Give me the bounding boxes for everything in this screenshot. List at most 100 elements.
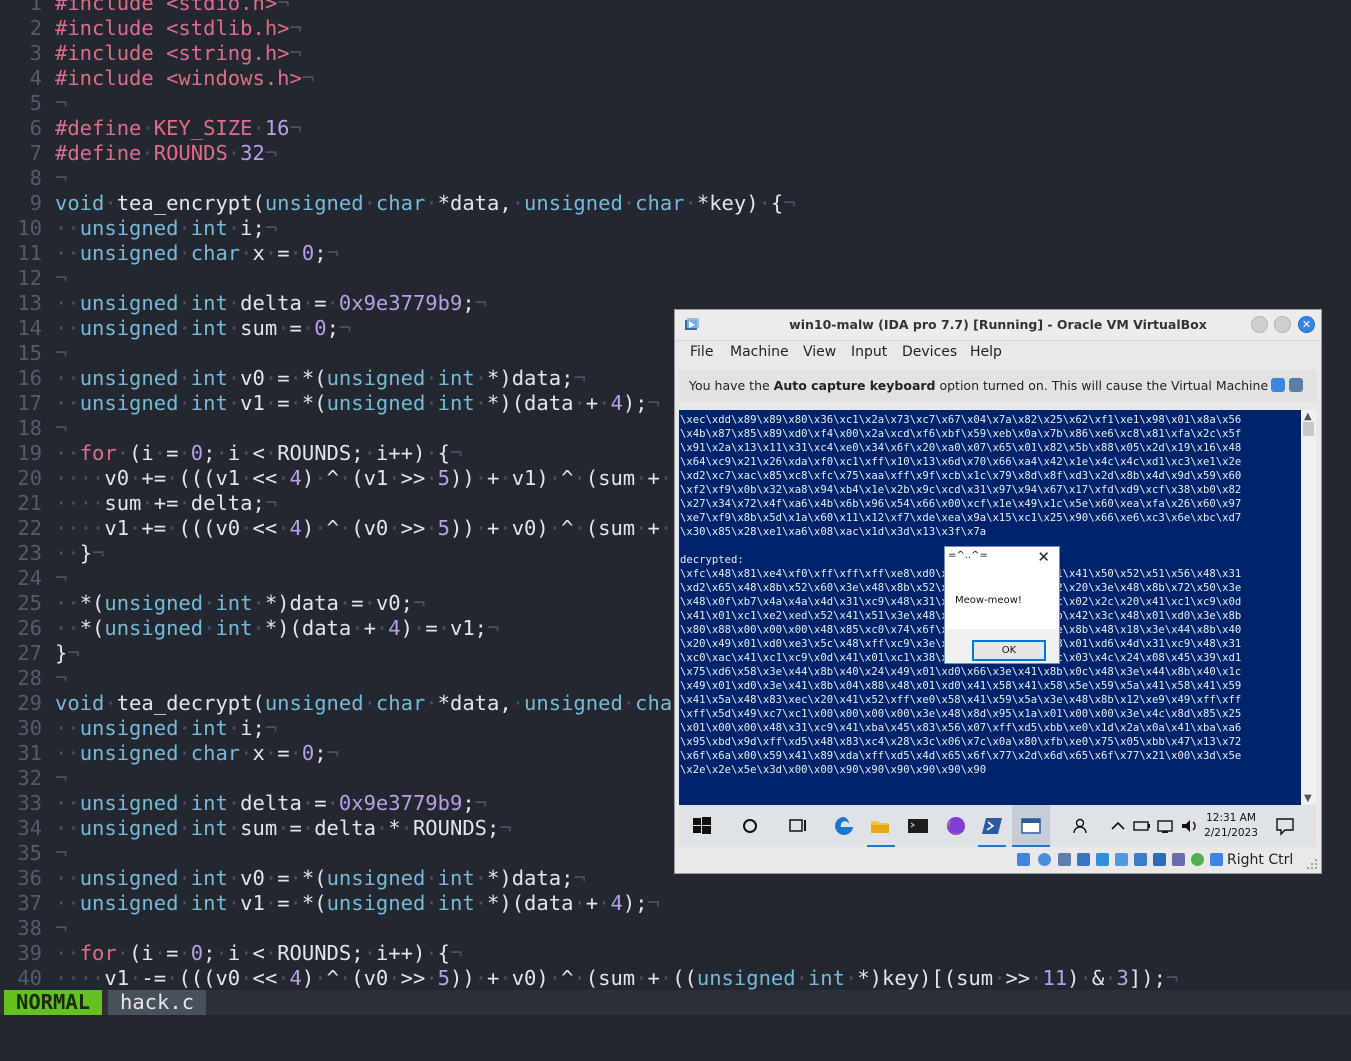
- maximize-button[interactable]: [1274, 316, 1291, 333]
- menu-help[interactable]: Help: [970, 344, 1002, 360]
- cpu-icon[interactable]: [1172, 853, 1185, 866]
- network-icon[interactable]: [1155, 815, 1177, 837]
- code-text: ··unsigned·int·delta·=·0x9e3779b9;¬: [55, 291, 488, 315]
- line-number: 5: [29, 91, 42, 115]
- console-line: \x64\xc9\x21\x26\xda\xf0\xc1\xff\x10\x13…: [680, 456, 1242, 468]
- code-text: void·tea_encrypt(unsigned·char·*data,·un…: [55, 191, 796, 215]
- scroll-down-icon[interactable]: ▼: [1304, 793, 1312, 804]
- recording-icon[interactable]: [1153, 853, 1166, 866]
- line-number: 7: [29, 141, 42, 165]
- code-line[interactable]: 10 ··unsigned·int·i;¬: [0, 216, 1351, 241]
- code-line[interactable]: 1 #include <stdio.h>¬: [0, 0, 1351, 16]
- network-adapter-icon[interactable]: [1077, 853, 1090, 866]
- guest-display[interactable]: \xec\xdd\x89\x89\x80\x36\xc1\x2a\x73\xc7…: [679, 410, 1316, 805]
- mouse-integration-icon[interactable]: [1191, 853, 1204, 866]
- powershell-icon[interactable]: [981, 815, 1003, 837]
- window-titlebar[interactable]: win10-malw (IDA pro 7.7) [Running] - Ora…: [675, 310, 1321, 341]
- line-number: 28: [17, 666, 42, 690]
- command-prompt-icon[interactable]: [907, 815, 929, 837]
- windows-start-icon[interactable]: [691, 815, 713, 837]
- line-number: 21: [17, 491, 42, 515]
- vim-mode-indicator: NORMAL: [4, 990, 103, 1015]
- console-line: \x2e\x2e\x5e\x3d\x00\x00\x90\x90\x90\x90…: [680, 764, 987, 776]
- code-text: }¬: [55, 641, 80, 665]
- file-explorer-icon[interactable]: [869, 815, 891, 837]
- menu-file[interactable]: File: [690, 344, 713, 360]
- code-text: ··unsigned·int·i;¬: [55, 216, 278, 240]
- volume-icon[interactable]: [1179, 815, 1201, 837]
- code-line[interactable]: 11 ··unsigned·char·x·=·0;¬: [0, 241, 1351, 266]
- task-view-icon[interactable]: [787, 815, 809, 837]
- code-text: ··for·(i·=·0;·i·<·ROUNDS;·i++)·{¬: [55, 441, 463, 465]
- code-line[interactable]: 8 ¬: [0, 166, 1351, 191]
- edge-browser-icon[interactable]: [833, 815, 855, 837]
- code-line[interactable]: 12 ¬: [0, 266, 1351, 291]
- code-line[interactable]: 2 #include <stdlib.h>¬: [0, 16, 1351, 41]
- scroll-thumb[interactable]: [1303, 422, 1314, 436]
- line-number: 12: [17, 266, 42, 290]
- close-button[interactable]: ✕: [1298, 316, 1315, 333]
- close-notice-icon[interactable]: [1271, 378, 1285, 392]
- line-number: 33: [17, 791, 42, 815]
- line-number: 36: [17, 866, 42, 890]
- menu-input[interactable]: Input: [851, 344, 887, 360]
- code-line[interactable]: 7 #define·ROUNDS·32¬: [0, 141, 1351, 166]
- menu-devices[interactable]: Devices: [902, 344, 957, 360]
- code-line[interactable]: 39 ··for·(i·=·0;·i·<·ROUNDS;·i++)·{¬: [0, 941, 1351, 966]
- console-line: \xe7\xf9\x8b\x5d\x1a\x60\x11\x12\xf7\xde…: [680, 512, 1242, 524]
- message-box[interactable]: =^..^= ✕ Meow-meow! OK: [944, 546, 1060, 664]
- display-icon[interactable]: [1134, 853, 1147, 866]
- code-line[interactable]: 5 ¬: [0, 91, 1351, 116]
- code-line[interactable]: 6 #define·KEY_SIZE·16¬: [0, 116, 1351, 141]
- audio-icon[interactable]: [1058, 853, 1071, 866]
- notification-icon[interactable]: [1274, 815, 1296, 837]
- code-text: ··unsigned·int·v1·=·*(unsigned·int·*)(da…: [55, 391, 660, 415]
- code-line[interactable]: 40 ····v1·-=·(((v0·<<·4)·^·(v0·>>·5))·+·v…: [0, 966, 1351, 990]
- keyboard-capture-icon[interactable]: [1210, 853, 1223, 866]
- hard-disk-icon[interactable]: [1017, 853, 1030, 866]
- console-line: \x30\x85\x28\xe1\xa6\x08\xac\x1d\x3d\x13…: [680, 526, 987, 538]
- usb-icon[interactable]: [1096, 853, 1109, 866]
- host-key-label[interactable]: Right Ctrl: [1227, 852, 1293, 868]
- code-text: ··unsigned·int·v1·=·*(unsigned·int·*)(da…: [55, 891, 660, 915]
- search-icon[interactable]: [739, 815, 761, 837]
- optical-drive-icon[interactable]: [1038, 853, 1051, 866]
- console-line: \x75\xd6\x58\x3e\x44\x8b\x40\x24\x49\x01…: [680, 666, 1242, 678]
- scroll-up-icon[interactable]: ▲: [1304, 411, 1312, 422]
- virtualbox-window[interactable]: win10-malw (IDA pro 7.7) [Running] - Ora…: [674, 309, 1322, 874]
- firefox-icon[interactable]: [945, 815, 967, 837]
- code-line[interactable]: 38 ¬: [0, 916, 1351, 941]
- code-line[interactable]: 37 ··unsigned·int·v1·=·*(unsigned·int·*)(…: [0, 891, 1351, 916]
- code-text: #define·ROUNDS·32¬: [55, 141, 278, 165]
- taskbar-clock[interactable]: 12:31 AM 2/21/2023: [1200, 811, 1262, 841]
- line-number: 3: [29, 41, 42, 65]
- code-line[interactable]: 3 #include <string.h>¬: [0, 41, 1351, 66]
- message-box-close-icon[interactable]: ✕: [1037, 548, 1050, 566]
- code-text: ¬: [55, 841, 68, 865]
- console-line: \x4b\x87\x85\x89\xd0\xf4\x00\x2a\xcd\xf6…: [680, 428, 1242, 440]
- running-app-active-indicator: [1012, 845, 1050, 847]
- shared-folders-icon[interactable]: [1115, 853, 1128, 866]
- code-text: ··unsigned·int·i;¬: [55, 716, 278, 740]
- code-line[interactable]: 9 void·tea_encrypt(unsigned·char·*data,·u…: [0, 191, 1351, 216]
- vim-command-line[interactable]: [0, 1015, 1351, 1061]
- code-text: ··unsigned·int·v0·=·*(unsigned·int·*)dat…: [55, 866, 586, 890]
- people-icon[interactable]: [1071, 815, 1093, 837]
- line-number: 25: [17, 591, 42, 615]
- line-number: 4: [29, 66, 42, 90]
- code-line[interactable]: 4 #include <windows.h>¬: [0, 66, 1351, 91]
- menu-machine[interactable]: Machine: [730, 344, 789, 360]
- resize-grip-icon[interactable]: [1307, 859, 1318, 870]
- console-scrollbar[interactable]: ▲ ▼: [1301, 410, 1316, 805]
- code-text: ¬: [55, 91, 68, 115]
- message-box-text: Meow-meow!: [955, 595, 1022, 606]
- ok-button[interactable]: OK: [972, 640, 1046, 661]
- console-line: \x95\xbd\x9d\xff\xd5\x48\x83\xc4\x28\x3c…: [680, 736, 1242, 748]
- chevron-up-icon[interactable]: [1107, 815, 1129, 837]
- console-line: \xff\x5d\x49\xc7\xc1\x00\x00\x00\x00\x3e…: [680, 708, 1242, 720]
- line-number: 2: [29, 16, 42, 40]
- menu-view[interactable]: View: [803, 344, 836, 360]
- running-app-icon[interactable]: [1020, 815, 1042, 837]
- minimize-button[interactable]: [1251, 316, 1268, 333]
- info-notice-icon[interactable]: [1289, 378, 1303, 392]
